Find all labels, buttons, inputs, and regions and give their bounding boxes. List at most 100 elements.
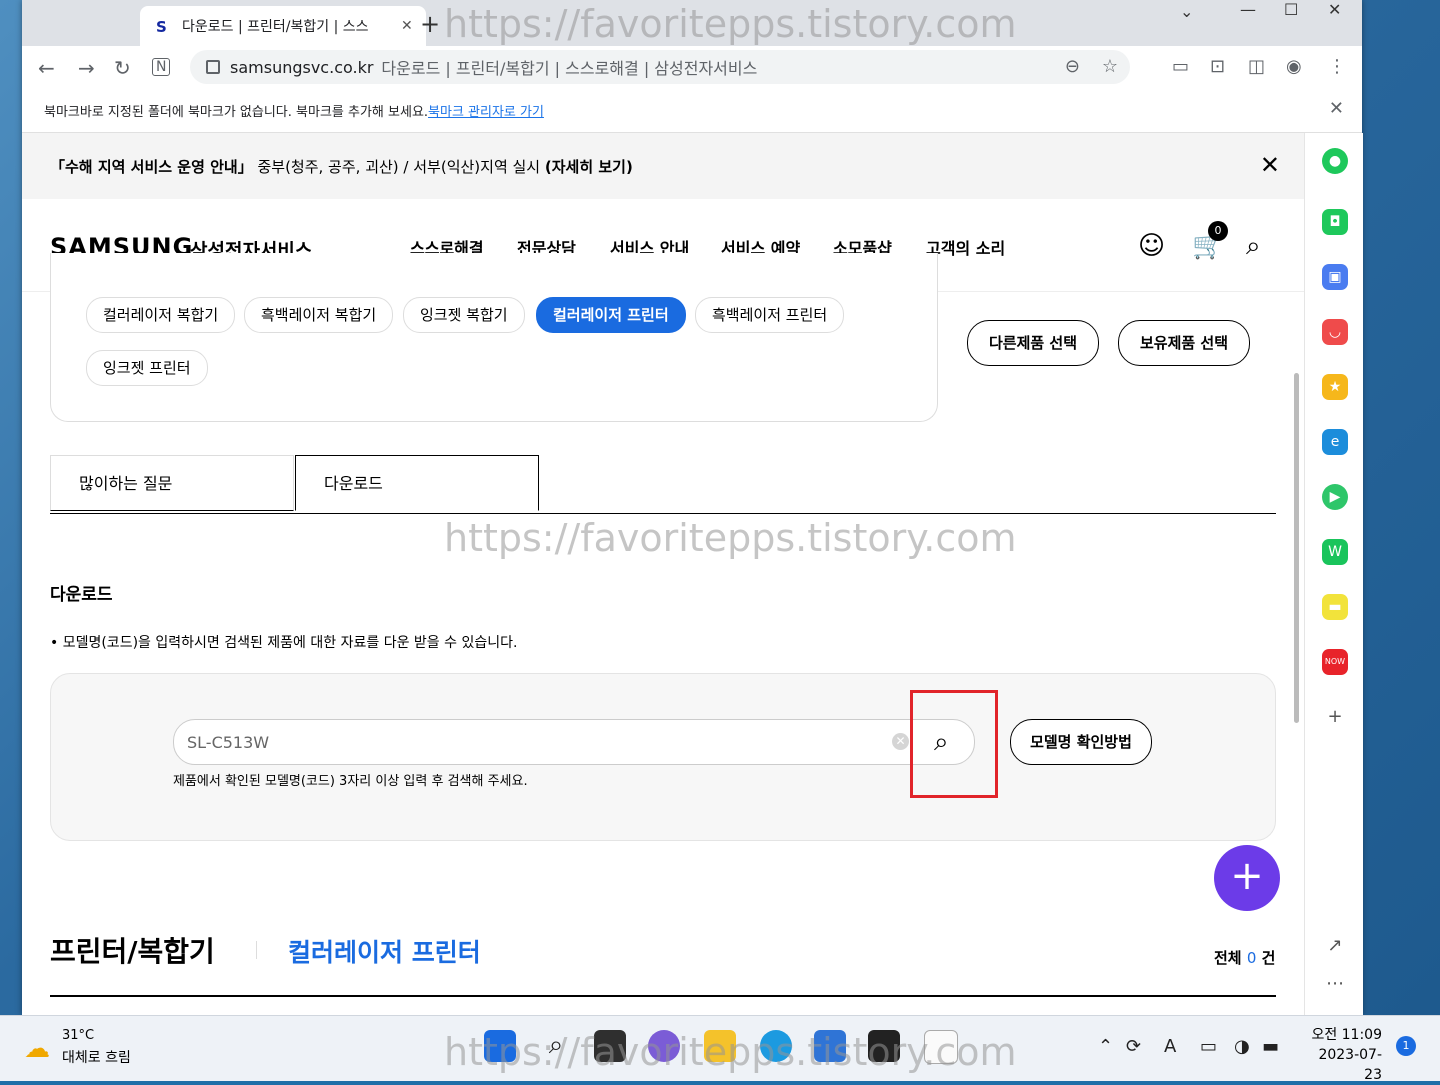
browser-sidebar: ● ◘ ▣ ◡ ★ e ▶ W ▬ NOW + ↗ ⋯ <box>1304 133 1363 1015</box>
file-explorer-icon[interactable] <box>704 1030 736 1062</box>
chip-mono-laser-printer[interactable]: 흑백레이저 프린터 <box>695 297 845 333</box>
minimize-icon[interactable]: — <box>1240 0 1256 19</box>
clear-input-icon[interactable]: ✕ <box>892 733 909 750</box>
bookmark-bar-close-icon[interactable]: ✕ <box>1329 98 1344 119</box>
web-page: 「수해 지역 서비스 운영 안내」 중부(청주, 공주, 괴산) / 서부(익산… <box>22 133 1304 1015</box>
chip-color-laser-printer[interactable]: 컬러레이저 프린터 <box>536 297 686 333</box>
search-hint: 제품에서 확인된 모델명(코드) 3자리 이상 입력 후 검색해 주세요. <box>173 774 528 789</box>
sidebar-memo-icon[interactable]: ▬ <box>1322 594 1348 620</box>
url-page-title: 다운로드 | 프린터/복합기 | 스스로해결 | 삼성전자서비스 <box>381 59 758 78</box>
weather-temp: 31°C <box>62 1028 95 1043</box>
model-search-value: SL-C513W <box>187 733 270 752</box>
product-section-title: 프린터/복합기 <box>50 935 215 968</box>
sidebar-pocket-icon[interactable]: ◡ <box>1322 319 1348 345</box>
tab-title: 다운로드 | 프린터/복합기 | 스스 <box>182 19 369 35</box>
model-search-input[interactable]: SL-C513W ✕ ⌕ <box>173 719 975 765</box>
screenshot-icon[interactable]: ⊡ <box>1210 56 1225 77</box>
maximize-icon[interactable]: ☐ <box>1284 0 1298 19</box>
total-count: 전체 0 건 <box>1214 949 1276 967</box>
terminal-icon[interactable] <box>868 1030 900 1062</box>
sidebar-green-circle-icon[interactable]: ● <box>1322 148 1348 174</box>
cloud-sun-icon: ☁ <box>24 1034 50 1064</box>
chip-mono-laser-mfp[interactable]: 흑백레이저 복합기 <box>244 297 394 333</box>
sidebar-more-icon[interactable]: ⋯ <box>1322 971 1348 997</box>
notice-close-icon[interactable]: ✕ <box>1260 151 1280 179</box>
bookmark-star-icon[interactable]: ☆ <box>1102 56 1118 77</box>
profile-icon[interactable]: ◉ <box>1286 56 1302 77</box>
taskview-icon[interactable] <box>594 1030 626 1062</box>
bookmark-manager-link[interactable]: 북마크 관리자로 가기 <box>428 105 544 120</box>
forward-icon[interactable]: → <box>78 56 95 80</box>
tab-search-chevron-icon[interactable]: ⌄ <box>1180 2 1193 21</box>
tab-bar: S 다운로드 | 프린터/복합기 | 스스 ✕ + ⌄ — ☐ ✕ <box>22 0 1362 46</box>
select-other-product-button[interactable]: 다른제품 선택 <box>967 320 1099 366</box>
notepad-icon[interactable] <box>924 1030 958 1064</box>
notice-detail-link[interactable]: (자세히 보기) <box>545 158 633 176</box>
clock[interactable]: 오전 11:09 2023-07-23 <box>1302 1025 1382 1085</box>
zoom-icon[interactable]: ⊖ <box>1065 56 1080 77</box>
chip-inkjet-printer[interactable]: 잉크젯 프린터 <box>86 350 208 386</box>
chat-icon[interactable] <box>648 1030 680 1062</box>
sidebar-now-icon[interactable]: NOW <box>1322 649 1348 675</box>
taskbar: ☁ 31°C 대체로 흐림 ⌕ ⌃ ⟳ A ▭ ◑ ▬ 오전 11:09 202… <box>0 1015 1440 1083</box>
browser-tab[interactable]: S 다운로드 | 프린터/복합기 | 스스 ✕ <box>140 6 426 46</box>
sidebar-add-icon[interactable]: + <box>1322 704 1348 730</box>
menu-dots-icon[interactable]: ⋮ <box>1328 56 1346 77</box>
tray-network-icon[interactable]: ▭ <box>1200 1036 1217 1057</box>
floating-plus-button[interactable]: + <box>1214 845 1280 911</box>
new-tab-icon[interactable]: + <box>420 10 440 38</box>
tab-download[interactable]: 다운로드 <box>295 455 539 511</box>
clock-time: 오전 11:09 <box>1311 1027 1382 1043</box>
tray-battery-icon[interactable]: ▬ <box>1262 1036 1279 1057</box>
bookmark-message: 북마크바로 지정된 폴더에 북마크가 없습니다. 북마크를 추가해 보세요.북마… <box>44 105 544 120</box>
back-icon[interactable]: ← <box>38 56 55 80</box>
sidebar-edge-icon[interactable]: e <box>1322 429 1348 455</box>
chip-inkjet-mfp[interactable]: 잉크젯 복합기 <box>403 297 525 333</box>
browser-window: S 다운로드 | 프린터/복합기 | 스스 ✕ + ⌄ — ☐ ✕ ← → ↻ … <box>22 0 1363 1015</box>
product-section-subtitle: 컬러레이저 프린터 <box>288 938 481 967</box>
sidebar-star-icon[interactable]: ★ <box>1322 374 1348 400</box>
tray-volume-icon[interactable]: ◑ <box>1234 1036 1250 1057</box>
download-section-title: 다운로드 <box>50 585 113 605</box>
notice-banner: 「수해 지역 서비스 운영 안내」 중부(청주, 공주, 괴산) / 서부(익산… <box>22 133 1304 199</box>
cast-icon[interactable]: ▭ <box>1172 56 1189 77</box>
samsung-favicon-icon: S <box>156 18 167 36</box>
highlight-box <box>910 690 998 798</box>
edge-icon[interactable] <box>760 1030 792 1062</box>
naver-whale-icon[interactable]: N <box>152 58 171 76</box>
address-bar[interactable]: samsungsvc.co.kr 다운로드 | 프린터/복합기 | 스스로해결 … <box>190 50 1130 84</box>
tray-sync-icon[interactable]: ⟳ <box>1126 1036 1141 1057</box>
title-divider <box>256 941 257 959</box>
download-instruction: • 모델명(코드)을 입력하시면 검색된 제품에 대한 자료를 다운 받을 수 … <box>50 635 518 651</box>
weather-desc: 대체로 흐림 <box>62 1050 131 1066</box>
sidebar-play-icon[interactable]: ▶ <box>1322 484 1348 510</box>
clock-date: 2023-07-23 <box>1318 1047 1382 1083</box>
reload-icon[interactable]: ↻ <box>114 56 131 80</box>
search-icon[interactable]: ⌕ <box>1246 231 1261 262</box>
user-icon[interactable]: ☺ <box>1138 231 1165 261</box>
model-check-guide-button[interactable]: 모델명 확인방법 <box>1010 719 1152 765</box>
start-windows-icon[interactable] <box>484 1030 516 1062</box>
taskbar-search-icon[interactable]: ⌕ <box>540 1030 572 1062</box>
tab-close-icon[interactable]: ✕ <box>401 18 413 34</box>
tab-faq[interactable]: 많이하는 질문 <box>50 455 294 511</box>
store-icon[interactable] <box>814 1030 846 1062</box>
notice-text: 「수해 지역 서비스 운영 안내」 중부(청주, 공주, 괴산) / 서부(익산… <box>50 158 633 176</box>
category-box <box>50 253 938 422</box>
sidebar-toggle-icon[interactable]: ◫ <box>1248 56 1265 77</box>
results-divider <box>50 995 1276 997</box>
page-scrollbar[interactable] <box>1294 373 1299 723</box>
url-domain: samsungsvc.co.kr <box>230 57 374 77</box>
sidebar-alarm-icon[interactable]: ◘ <box>1322 209 1348 235</box>
sidebar-popout-icon[interactable]: ↗ <box>1322 933 1348 959</box>
content-tabs: 많이하는 질문 다운로드 <box>50 455 1276 514</box>
sidebar-briefcase-icon[interactable]: ▣ <box>1322 264 1348 290</box>
select-owned-product-button[interactable]: 보유제품 선택 <box>1118 320 1250 366</box>
close-window-icon[interactable]: ✕ <box>1328 0 1341 19</box>
chip-color-laser-mfp[interactable]: 컬러레이저 복합기 <box>86 297 236 333</box>
notification-badge[interactable]: 1 <box>1396 1036 1416 1056</box>
tray-chevron-icon[interactable]: ⌃ <box>1098 1036 1113 1057</box>
browser-toolbar: ← → ↻ N samsungsvc.co.kr 다운로드 | 프린터/복합기 … <box>22 46 1362 88</box>
sidebar-webtoon-icon[interactable]: W <box>1322 539 1348 565</box>
ime-indicator[interactable]: A <box>1164 1036 1176 1057</box>
